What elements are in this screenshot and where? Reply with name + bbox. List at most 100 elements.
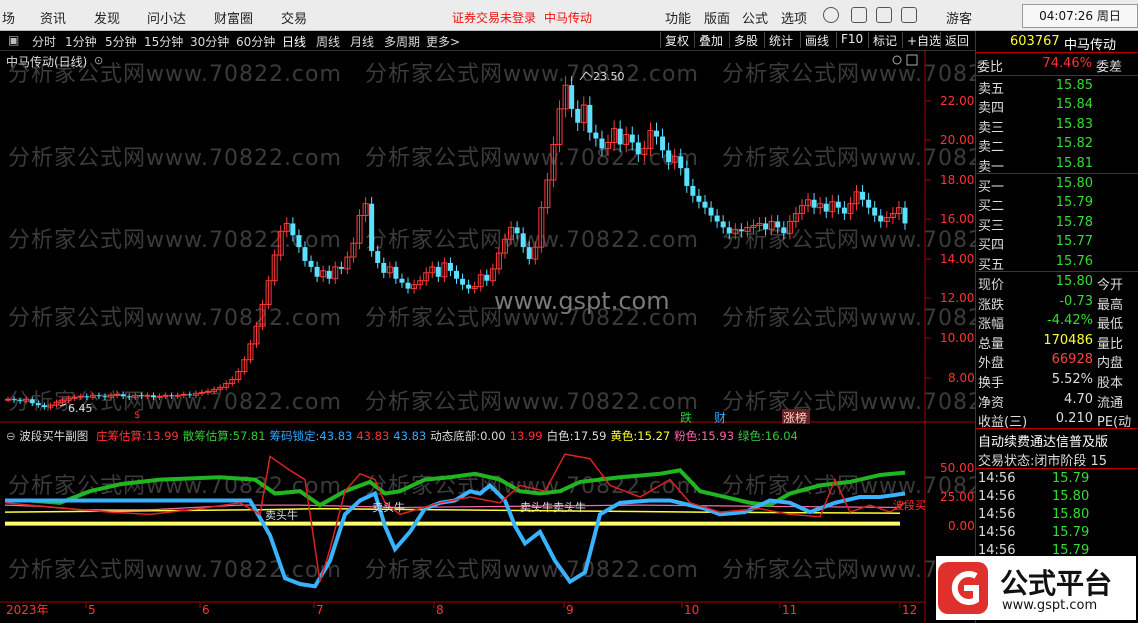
- fall-marker: 跌: [680, 410, 692, 425]
- x-tick: 2023年: [6, 603, 49, 617]
- menu-item-options[interactable]: 选项: [781, 8, 807, 27]
- logo-icon: [938, 562, 988, 614]
- brand-name: 公式平台: [1000, 567, 1113, 600]
- tab-period-1min[interactable]: 1分钟: [65, 33, 97, 50]
- candle: [520, 233, 526, 248]
- indicator-name: 波段买牛副图: [19, 429, 89, 443]
- x-tick: 11: [782, 603, 797, 617]
- close-icon[interactable]: [901, 7, 917, 23]
- login-notice[interactable]: 证券交易未登录: [452, 9, 536, 26]
- tab-period-more[interactable]: 更多>: [426, 33, 460, 50]
- candle: [775, 221, 781, 228]
- candle: [11, 399, 17, 401]
- candle: [314, 266, 320, 277]
- trade-status: 交易状态:闭市阶段 15: [978, 454, 1108, 469]
- candle: [714, 215, 720, 222]
- tab-period-15min[interactable]: 15分钟: [144, 33, 183, 50]
- stock-name: 中马传动: [1064, 38, 1117, 53]
- red-line: [4, 453, 906, 582]
- candle: [302, 247, 308, 261]
- candle: [77, 395, 84, 398]
- finance-marker: 财: [714, 411, 726, 425]
- menu-item-discover[interactable]: 发现: [94, 8, 120, 27]
- ask-row: 卖二 15.82: [978, 136, 1093, 156]
- add-favorite-button[interactable]: +自选: [902, 32, 945, 48]
- tab-period-30min[interactable]: 30分钟: [190, 33, 229, 50]
- menu-item-layout[interactable]: 版面: [704, 8, 730, 27]
- dropdown-icon[interactable]: ⊙: [94, 54, 103, 67]
- candle: [381, 262, 387, 273]
- stat-row: 涨跌 -0.73 最高: [978, 293, 1124, 313]
- candle: [205, 390, 212, 393]
- kline-chart[interactable]: 22.00 20.00 18.00 16.00 14.00 12.00 10.0…: [0, 50, 975, 623]
- menu-item-ask[interactable]: 问小达: [147, 8, 186, 27]
- x-tick: 6: [202, 603, 210, 617]
- current-stock-name: 中马传动: [544, 11, 593, 25]
- tab-period-weekly[interactable]: 周线: [316, 33, 340, 50]
- tab-period-intraday[interactable]: 分时: [32, 33, 56, 50]
- minimize-icon[interactable]: [851, 7, 867, 23]
- candle: [690, 185, 696, 196]
- menu-item-formula[interactable]: 公式: [742, 8, 768, 27]
- back-button[interactable]: 返回: [940, 32, 973, 48]
- restore-icon[interactable]: [876, 7, 892, 23]
- stat-row: 收益(三) 0.210 PE(动: [978, 411, 1132, 431]
- f10-button[interactable]: F10: [836, 32, 867, 48]
- bid-row: 买四 15.77: [978, 234, 1093, 254]
- candle: [169, 395, 175, 397]
- candle: [878, 215, 884, 222]
- menu-item-wealth[interactable]: 财富圈: [214, 8, 253, 27]
- adjust-button[interactable]: 复权: [660, 32, 693, 48]
- renew-notice[interactable]: 自动续费通达信普及版: [978, 431, 1138, 450]
- indicator-title[interactable]: ⊖ 波段买牛副图 庄筹估算:13.99 散筹估算:57.81 筹码锁定:43.83 4…: [6, 428, 798, 444]
- candle: [114, 393, 121, 396]
- candle: [156, 395, 163, 398]
- overlay-button[interactable]: 叠加: [694, 32, 727, 48]
- stat-row: 换手 5.52% 股本: [978, 372, 1124, 391]
- multi-stock-button[interactable]: 多股: [729, 32, 762, 48]
- draw-line-button[interactable]: 画线: [800, 32, 833, 48]
- candle: [708, 207, 714, 216]
- tab-period-daily[interactable]: 日线: [282, 33, 306, 50]
- tab-period-multi[interactable]: 多周期: [384, 33, 420, 50]
- stat-row: 外盘 66928 内盘: [978, 352, 1124, 372]
- candle: [138, 395, 144, 397]
- menu-item-trade[interactable]: 交易: [281, 8, 307, 27]
- indicator-value: 粉色:15.93: [674, 429, 735, 443]
- candle: [866, 199, 872, 208]
- menu-item-market[interactable]: 场: [2, 8, 15, 27]
- candle: [617, 128, 623, 145]
- indicator-collapse-icon[interactable]: ⊖: [6, 429, 16, 443]
- bid-row: 买二 15.79: [978, 195, 1093, 215]
- candle: [460, 278, 466, 285]
- order-ratio-label: 委比: [977, 60, 1004, 75]
- tab-period-monthly[interactable]: 月线: [350, 33, 374, 50]
- candle: [720, 221, 726, 228]
- candle: [150, 395, 156, 398]
- candle: [696, 195, 702, 202]
- candle: [5, 398, 11, 401]
- menu-item-news[interactable]: 资讯: [40, 8, 66, 27]
- candle: [466, 284, 472, 289]
- candle: [17, 400, 23, 402]
- signal-label: 卖头牛: [372, 500, 405, 514]
- bid-row: 买五 15.76: [978, 253, 1093, 273]
- candle: [811, 199, 817, 208]
- order-diff-label: 委差: [1096, 60, 1123, 75]
- tab-period-5min[interactable]: 5分钟: [105, 33, 137, 50]
- candle: [726, 227, 732, 234]
- y-tick: 12.00: [940, 291, 974, 305]
- bid-row: 买三 15.78: [978, 214, 1093, 234]
- candle: [35, 403, 41, 406]
- guest-user[interactable]: 游客: [946, 8, 972, 27]
- settings-icon: [892, 55, 902, 65]
- toolbar-grid-icon[interactable]: ▣: [8, 33, 19, 47]
- bid-row: 买一 15.80: [978, 176, 1093, 195]
- candle: [120, 394, 126, 397]
- statistics-button[interactable]: 统计: [764, 32, 797, 48]
- tab-period-60min[interactable]: 60分钟: [236, 33, 275, 50]
- candle: [635, 142, 641, 155]
- message-icon[interactable]: [823, 7, 839, 23]
- menu-item-function[interactable]: 功能: [665, 8, 691, 27]
- mark-button[interactable]: 标记: [868, 32, 901, 48]
